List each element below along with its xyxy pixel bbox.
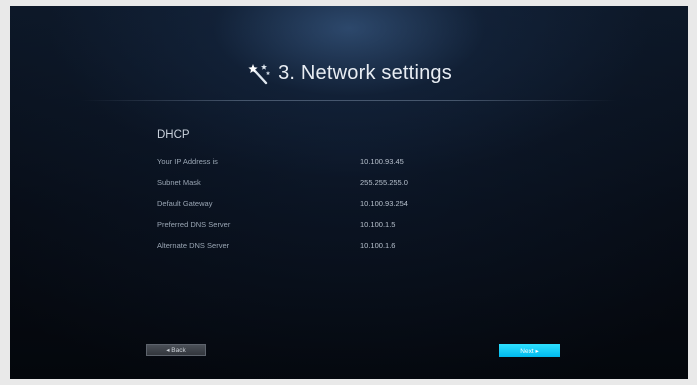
info-value: 255.255.255.0 — [360, 178, 408, 187]
info-row-alternate-dns: Alternate DNS Server 10.100.1.6 — [157, 241, 577, 255]
info-label: Preferred DNS Server — [157, 220, 231, 229]
info-value: 10.100.1.6 — [360, 241, 396, 250]
info-value: 10.100.93.254 — [360, 199, 408, 208]
section-heading: DHCP — [157, 129, 190, 141]
info-row-subnet-mask: Subnet Mask 255.255.255.0 — [157, 178, 577, 192]
back-button[interactable]: ◂ Back — [146, 344, 206, 356]
info-row-ip-address: Your IP Address is 10.100.93.45 — [157, 157, 577, 171]
info-value: 10.100.1.5 — [360, 220, 396, 229]
info-value: 10.100.93.45 — [360, 157, 404, 166]
info-row-default-gateway: Default Gateway 10.100.93.254 — [157, 199, 577, 213]
page-title: 3. Network settings — [278, 61, 452, 84]
page-header: 3. Network settings — [10, 58, 688, 88]
info-label: Alternate DNS Server — [157, 241, 230, 250]
info-label: Default Gateway — [157, 199, 213, 208]
next-button[interactable]: Next ▸ — [499, 344, 560, 357]
info-label: Subnet Mask — [157, 178, 201, 187]
magic-wand-icon — [248, 64, 271, 85]
setup-screen: 3. Network settings DHCP Your IP Address… — [10, 6, 688, 379]
header-divider — [80, 100, 618, 101]
info-label: Your IP Address is — [157, 157, 218, 166]
info-row-preferred-dns: Preferred DNS Server 10.100.1.5 — [157, 220, 577, 234]
